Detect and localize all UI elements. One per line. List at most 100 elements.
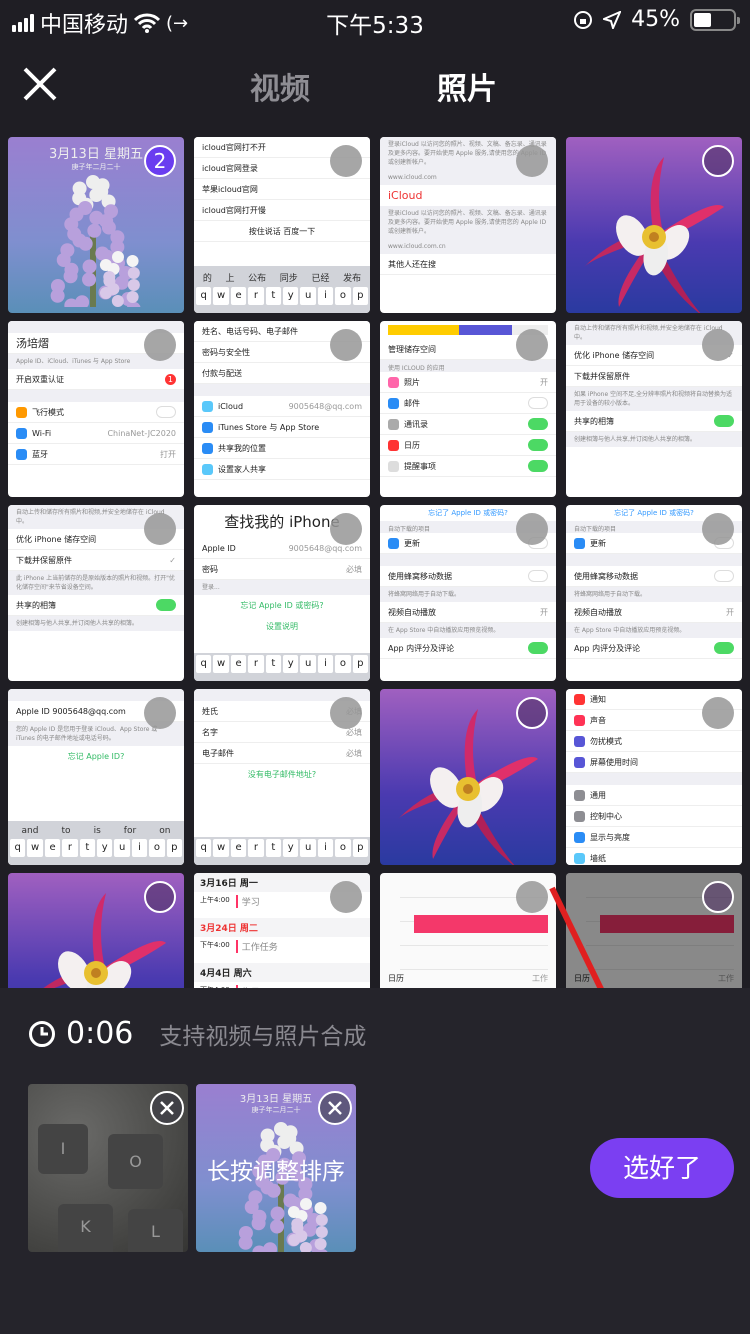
key: p: [352, 287, 369, 305]
status-bar: 中国移动 (→ 下午5:33 45%: [0, 0, 750, 40]
settings-app-icon: [388, 460, 399, 472]
close-icon: [160, 1101, 174, 1115]
key: u: [300, 655, 316, 673]
select-circle[interactable]: [702, 513, 734, 545]
event-title: 学习: [235, 895, 260, 908]
photo-tile[interactable]: 管理储存空间 使用 ICLOUD 的应用 照片 开邮件 通讯录 日历 提醒事项: [380, 321, 556, 497]
row-label: 管理储存空间: [388, 344, 436, 354]
screen-note: 将蜂窝网络用于自动下载。: [566, 587, 742, 602]
select-circle[interactable]: [516, 329, 548, 361]
row-label: 飞行模式: [32, 407, 64, 417]
close-icon[interactable]: [20, 64, 60, 104]
row-label: 通知: [590, 694, 606, 704]
photo-tile[interactable]: 忘记了 Apple ID 或密码? 自动下载的项目 更新 使用蜂窝移动数据 将蜂窝网络用…: [566, 505, 742, 681]
photo-tile[interactable]: Apple ID 9005648@qq.com 您的 Apple ID 是您用于登…: [8, 689, 184, 865]
suggestion-bar: 的 上 公布 同步 已经 发布: [196, 268, 368, 287]
select-circle[interactable]: [144, 329, 176, 361]
select-circle[interactable]: [702, 145, 734, 177]
photo-tile[interactable]: 日历 工作: [566, 873, 742, 988]
toggle-switch: [714, 415, 734, 427]
photo-tile[interactable]: 3月16日 周一 上午4:00 学习 3月24日 周二 下午4:00 工作任务 4月4日 周…: [194, 873, 370, 988]
select-circle[interactable]: [330, 145, 362, 177]
select-circle[interactable]: [516, 145, 548, 177]
photo-tile[interactable]: icloud官网打不开 icloud官网登录 苹果icloud官网 icloud官网打…: [194, 137, 370, 313]
row-label: 勿扰模式: [590, 736, 622, 746]
key: t: [265, 655, 282, 673]
photo-tile[interactable]: [380, 689, 556, 865]
key: e: [230, 655, 247, 673]
select-circle[interactable]: [330, 513, 362, 545]
settings-app-icon: [574, 852, 585, 864]
key: q: [196, 655, 212, 673]
photo-tile[interactable]: 自动上传和储存所有照片和视频,并安全地储存在 iCloud 中。 优化 iPhon…: [566, 321, 742, 497]
photo-tile[interactable]: 日历 工作: [380, 873, 556, 988]
selected-item[interactable]: I O K L: [28, 1084, 188, 1252]
remove-button[interactable]: [318, 1091, 352, 1125]
select-circle[interactable]: [144, 881, 176, 913]
toggle-switch: [528, 439, 548, 451]
row-label: 付款与配送: [202, 368, 242, 378]
row-label: 按住说话 百度一下: [248, 226, 316, 236]
settings-app-icon: [574, 537, 585, 549]
select-circle[interactable]: [330, 329, 362, 361]
screen-row: 使用蜂窝移动数据: [380, 566, 556, 587]
select-circle[interactable]: [144, 513, 176, 545]
key: p: [166, 839, 183, 857]
photo-tile[interactable]: 汤培熠 Apple ID、iCloud、iTunes 与 App Store 开启双…: [8, 321, 184, 497]
tab-photo[interactable]: 照片: [437, 64, 497, 108]
screen-sec: [8, 390, 184, 402]
photo-tile[interactable]: [8, 873, 184, 988]
select-circle[interactable]: [144, 697, 176, 729]
key: e: [230, 839, 247, 857]
photo-tile[interactable]: 登录iCloud 以访问您的照片、视频、文稿、备忘录、通讯录及更多内容。要开始使…: [380, 137, 556, 313]
row-label: Apple ID 9005648@qq.com: [16, 706, 126, 716]
select-circle[interactable]: [702, 329, 734, 361]
row-label: 邮件: [404, 398, 420, 408]
row-label: App 内评分及评论: [574, 643, 641, 653]
row-label: 使用蜂窝移动数据: [388, 571, 452, 581]
select-circle[interactable]: [516, 513, 548, 545]
remove-button[interactable]: [150, 1091, 184, 1125]
screen-row: 下载并保留原件: [566, 366, 742, 387]
photo-tile[interactable]: 姓名、电话号码、电子邮件 密码与安全性 付款与配送 iCloud 9005648@qq.…: [194, 321, 370, 497]
photo-tile[interactable]: 忘记了 Apple ID 或密码? 自动下载的项目 更新 使用蜂窝移动数据 将蜂窝网络用…: [380, 505, 556, 681]
screen-row: 电子邮件 必填: [194, 743, 370, 764]
tab-video[interactable]: 视频: [250, 64, 310, 108]
row-label: iTunes Store 与 App Store: [218, 422, 320, 432]
select-circle[interactable]: [516, 697, 548, 729]
photo-tile[interactable]: 通知 声音 勿扰模式 屏幕使用时间 通用 控制中心 显示与亮度 墙纸: [566, 689, 742, 865]
row-label: 优化 iPhone 储存空间: [16, 534, 97, 544]
selection-badge[interactable]: 2: [144, 145, 176, 177]
screen-row: 显示与亮度: [566, 827, 742, 848]
done-button[interactable]: 选好了: [590, 1138, 734, 1198]
hour-line: [400, 945, 548, 946]
settings-app-icon: [388, 418, 399, 430]
select-circle[interactable]: [330, 881, 362, 913]
settings-app-icon: [574, 735, 585, 747]
photo-tile[interactable]: 3月13日 星期五 庚子年二月二十 2: [8, 137, 184, 313]
suggestion: 上: [225, 274, 235, 284]
screen-row: 勿扰模式: [566, 731, 742, 752]
settings-app-icon: [202, 442, 213, 454]
select-circle[interactable]: [330, 697, 362, 729]
select-circle[interactable]: [702, 881, 734, 913]
photo-tile[interactable]: [566, 137, 742, 313]
row-label: 屏幕使用时间: [590, 757, 638, 767]
key: e: [44, 839, 61, 857]
row-label: 苹果icloud官网: [202, 184, 258, 194]
key: t: [79, 839, 96, 857]
row-label: Wi-Fi: [32, 428, 52, 438]
photo-tile[interactable]: 姓氏必填名字必填电子邮件必填没有电子邮件地址?qwertyuiop: [194, 689, 370, 865]
settings-app-icon: [574, 831, 585, 843]
photo-tile[interactable]: 自动上传和储存所有照片和视频,并安全地储存在 iCloud 中。 优化 iPhon…: [8, 505, 184, 681]
key: y: [283, 287, 299, 305]
screen-row: 日历: [380, 435, 556, 456]
row-label: 其他人还在搜: [388, 259, 436, 269]
select-circle[interactable]: [702, 697, 734, 729]
row-label: App 内评分及评论: [388, 643, 455, 653]
key: y: [97, 839, 113, 857]
photo-tile[interactable]: 查找我的 iPhone Apple ID 9005648@qq.com 密码 必填 登录.…: [194, 505, 370, 681]
select-circle[interactable]: [516, 881, 548, 913]
settings-app-icon: [574, 756, 585, 768]
screen-row: 通讯录: [380, 414, 556, 435]
